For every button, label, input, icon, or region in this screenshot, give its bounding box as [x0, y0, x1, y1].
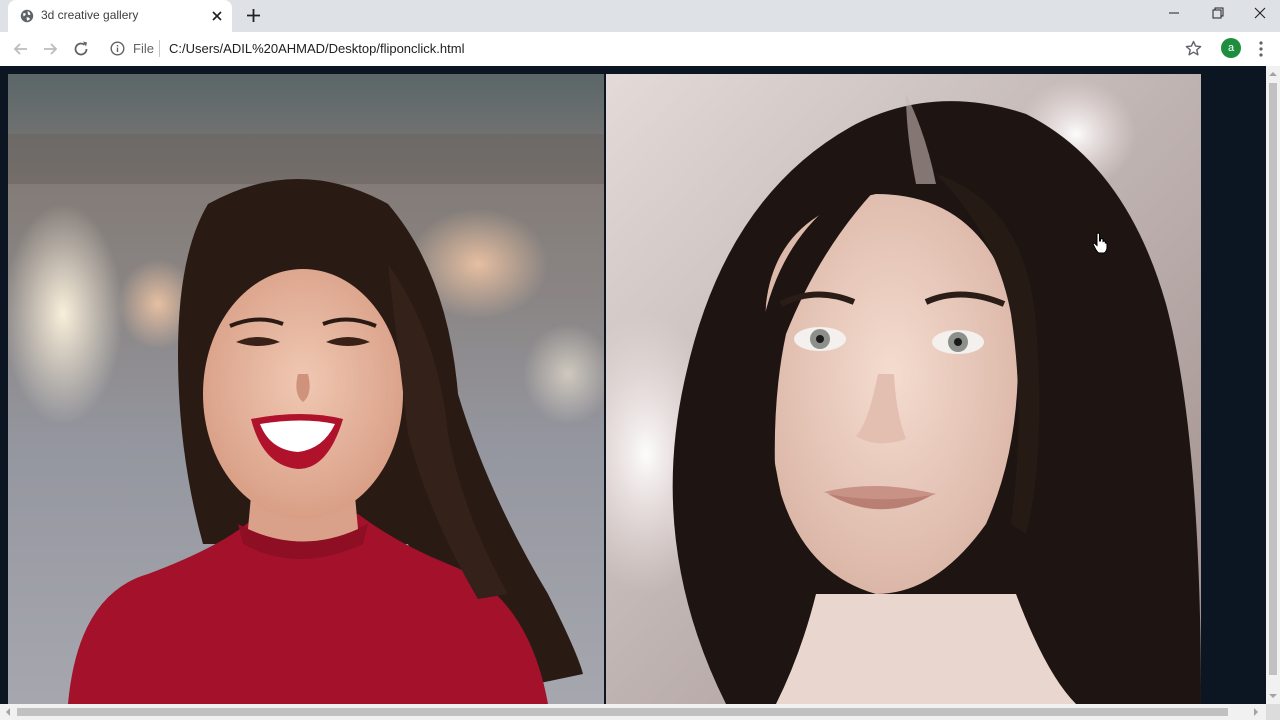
- reload-icon[interactable]: [71, 39, 91, 59]
- gallery-card-2[interactable]: [606, 74, 1201, 704]
- horizontal-scroll-thumb[interactable]: [17, 708, 1228, 716]
- url-scheme-label: File: [133, 41, 154, 56]
- scroll-left-icon[interactable]: [4, 708, 12, 716]
- minimize-icon: [1169, 12, 1179, 14]
- scroll-right-icon[interactable]: [1252, 708, 1260, 716]
- scroll-down-icon[interactable]: [1269, 692, 1277, 700]
- window-close-button[interactable]: [1238, 0, 1280, 30]
- restore-icon: [1212, 7, 1224, 19]
- profile-avatar[interactable]: a: [1221, 38, 1241, 58]
- restore-button[interactable]: [1196, 0, 1240, 30]
- url-text[interactable]: C:/Users/ADIL%20AHMAD/Desktop/fliponclic…: [169, 41, 464, 56]
- info-icon[interactable]: [110, 41, 125, 56]
- arrow-left-icon[interactable]: [11, 39, 31, 59]
- globe-icon: [20, 9, 34, 23]
- kebab-menu-icon[interactable]: [1255, 40, 1267, 58]
- horizontal-scrollbar[interactable]: [0, 704, 1266, 720]
- gallery-card-1[interactable]: [8, 74, 604, 704]
- arrow-right-icon[interactable]: [40, 39, 60, 59]
- tab-strip: 3d creative gallery: [0, 0, 1280, 32]
- toolbar: File C:/Users/ADIL%20AHMAD/Desktop/flipo…: [0, 32, 1280, 66]
- close-icon[interactable]: [210, 9, 224, 23]
- vertical-scrollbar[interactable]: [1266, 66, 1280, 704]
- minimize-button[interactable]: [1152, 0, 1196, 30]
- vertical-scroll-thumb[interactable]: [1269, 83, 1277, 675]
- address-divider: [159, 40, 160, 57]
- portrait-image-2: [606, 74, 1201, 704]
- browser-window: 3d creative gallery File C:/Users/ADIL%2…: [0, 0, 1280, 720]
- portrait-image-1: [8, 74, 604, 704]
- page-viewport: [0, 66, 1266, 704]
- plus-icon[interactable]: [245, 7, 262, 24]
- tab-title: 3d creative gallery: [41, 8, 139, 22]
- tab-active[interactable]: 3d creative gallery: [8, 0, 232, 32]
- star-icon[interactable]: [1185, 40, 1202, 57]
- address-bar[interactable]: File C:/Users/ADIL%20AHMAD/Desktop/flipo…: [104, 35, 1168, 62]
- close-icon: [1254, 7, 1266, 19]
- scrollbar-corner: [1266, 704, 1280, 720]
- scroll-up-icon[interactable]: [1269, 70, 1277, 78]
